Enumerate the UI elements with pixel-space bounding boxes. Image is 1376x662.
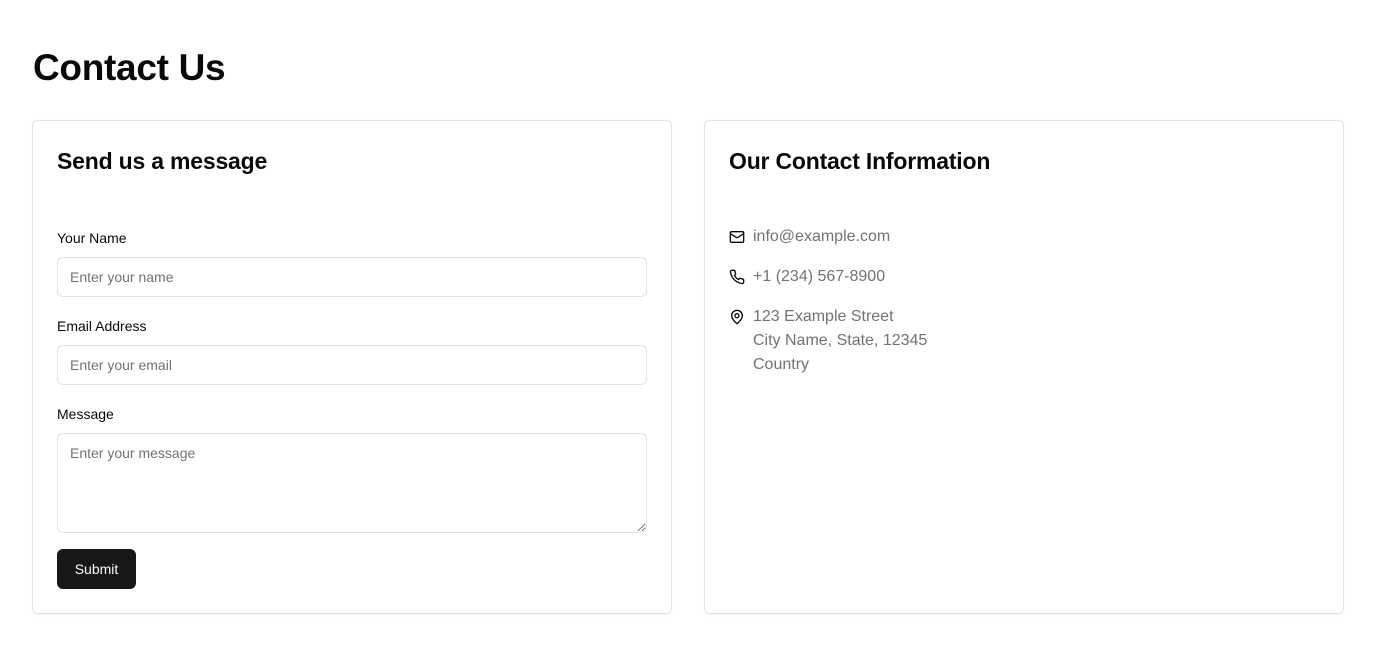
address-line-2: City Name, State, 12345 bbox=[753, 332, 928, 349]
submit-button[interactable]: Submit bbox=[57, 549, 136, 589]
message-label: Message bbox=[57, 406, 114, 422]
email-label: Email Address bbox=[57, 318, 147, 334]
name-label: Your Name bbox=[57, 230, 127, 246]
contact-address: 123 Example Street City Name, State, 123… bbox=[753, 305, 927, 377]
email-input[interactable] bbox=[57, 345, 647, 385]
phone-row: +1 (234) 567-8900 bbox=[729, 265, 885, 289]
email-row: info@example.com bbox=[729, 225, 890, 249]
contact-page: Contact Us Send us a message Your Name E… bbox=[0, 0, 1376, 662]
phone-icon bbox=[729, 269, 745, 285]
contact-email[interactable]: info@example.com bbox=[753, 225, 890, 249]
address-row: 123 Example Street City Name, State, 123… bbox=[729, 305, 927, 377]
address-line-3: Country bbox=[753, 356, 810, 373]
page-title: Contact Us bbox=[33, 47, 226, 88]
name-input[interactable] bbox=[57, 257, 647, 297]
address-line-1: 123 Example Street bbox=[753, 308, 894, 325]
contact-phone[interactable]: +1 (234) 567-8900 bbox=[753, 265, 885, 289]
message-textarea[interactable] bbox=[57, 433, 647, 533]
contact-card-title: Our Contact Information bbox=[729, 148, 991, 174]
form-card-title: Send us a message bbox=[57, 148, 268, 174]
message-form-card: Send us a message Your Name Email Addres… bbox=[32, 120, 672, 614]
contact-info-card: Our Contact Information info@example.com… bbox=[704, 120, 1344, 614]
mail-icon bbox=[729, 229, 745, 245]
map-pin-icon bbox=[729, 309, 745, 325]
